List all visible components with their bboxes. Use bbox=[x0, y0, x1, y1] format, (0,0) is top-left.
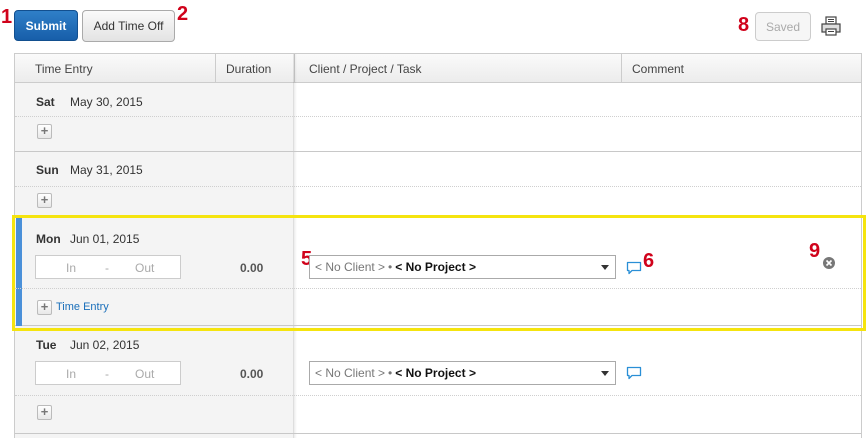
annotation-2: 2 bbox=[177, 3, 189, 25]
annotation-1: 1 bbox=[1, 6, 13, 28]
add-time-off-button[interactable]: Add Time Off bbox=[82, 10, 175, 42]
time-out-placeholder[interactable]: Out bbox=[135, 367, 154, 381]
print-icon[interactable] bbox=[820, 15, 842, 37]
date-label: May 31, 2015 bbox=[70, 163, 143, 177]
row-divider bbox=[15, 116, 861, 117]
highlight-box bbox=[12, 215, 866, 331]
date-label: Jun 02, 2015 bbox=[70, 338, 140, 352]
duration-value: 0.00 bbox=[240, 367, 264, 381]
day-label: Tue bbox=[36, 338, 57, 352]
add-entry-button[interactable]: + bbox=[37, 124, 52, 139]
project-value: < No Project > bbox=[395, 366, 476, 380]
submit-button[interactable]: Submit bbox=[14, 10, 78, 41]
table-header: Time Entry Duration Client / Project / T… bbox=[15, 54, 861, 83]
add-entry-button[interactable]: + bbox=[37, 193, 52, 208]
day-label: Sat bbox=[36, 95, 55, 109]
comment-icon[interactable] bbox=[626, 366, 642, 380]
time-separator: - bbox=[105, 367, 109, 381]
client-value: < No Client > bbox=[315, 366, 386, 380]
date-label: May 30, 2015 bbox=[70, 95, 143, 109]
header-time-entry: Time Entry bbox=[35, 61, 93, 76]
client-project-select[interactable]: < No Client > • < No Project > bbox=[309, 361, 616, 385]
client-project-separator: • bbox=[388, 366, 393, 380]
day-label: Sun bbox=[36, 163, 59, 177]
annotation-8: 8 bbox=[738, 14, 750, 36]
header-client-project-task: Client / Project / Task bbox=[309, 61, 422, 76]
header-duration: Duration bbox=[226, 61, 272, 76]
row-divider bbox=[15, 186, 861, 187]
row-divider bbox=[15, 151, 861, 152]
row-divider bbox=[15, 433, 861, 434]
row-divider bbox=[15, 395, 861, 396]
header-comment: Comment bbox=[632, 61, 685, 76]
time-in-out-field[interactable]: In - Out bbox=[35, 361, 181, 385]
add-entry-button[interactable]: + bbox=[37, 405, 52, 420]
header-divider bbox=[215, 54, 216, 83]
time-in-placeholder[interactable]: In bbox=[66, 367, 76, 381]
saved-button: Saved bbox=[755, 12, 811, 41]
chevron-down-icon bbox=[601, 371, 609, 376]
header-divider bbox=[621, 54, 622, 83]
